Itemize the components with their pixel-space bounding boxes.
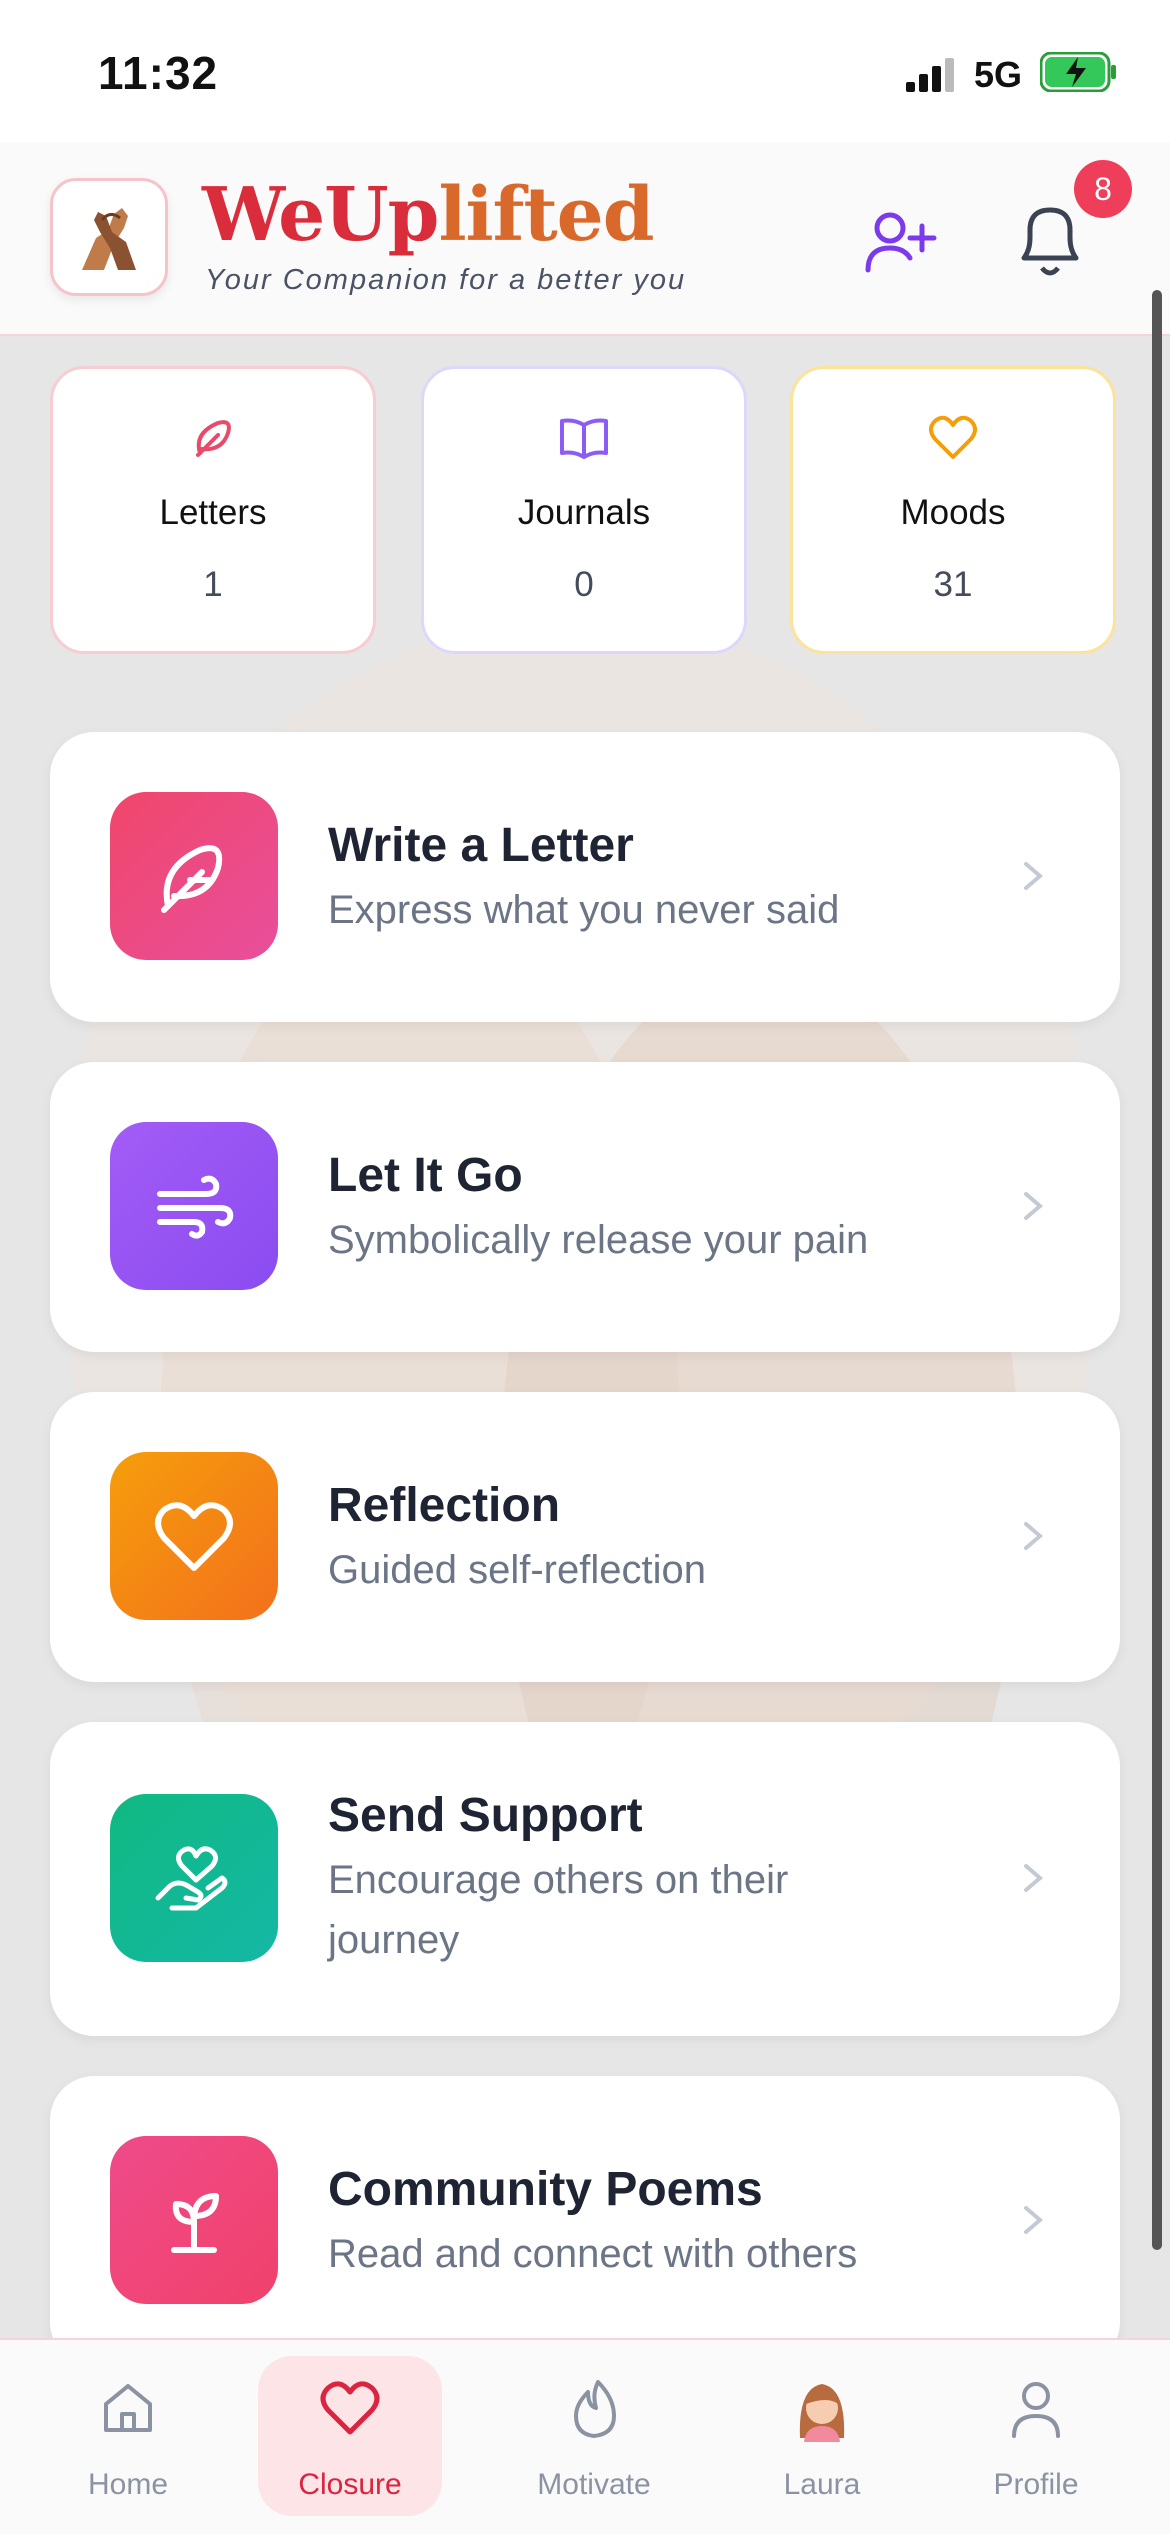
feature-tile bbox=[110, 2136, 278, 2304]
book-open-icon bbox=[560, 418, 608, 459]
tab-laura[interactable]: Laura bbox=[730, 2356, 914, 2516]
feature-subtitle: Read and connect with others bbox=[328, 2232, 858, 2276]
stat-label: Moods bbox=[900, 493, 1006, 532]
status-bar: 11:32 5G bbox=[0, 0, 1170, 142]
app-header: WeUplifted Your Companion for a better y… bbox=[0, 142, 1170, 336]
battery-charging-icon bbox=[1040, 52, 1116, 92]
user-icon bbox=[1012, 2382, 1060, 2438]
tab-label: Laura bbox=[783, 2468, 861, 2501]
feature-card-reflection[interactable]: Reflection Guided self-reflection bbox=[50, 1392, 1120, 1682]
signal-icon bbox=[906, 58, 954, 92]
network-label: 5G bbox=[974, 54, 1023, 95]
feature-subtitle: Express what you never said bbox=[328, 888, 840, 932]
notification-bell-icon[interactable] bbox=[1010, 198, 1090, 284]
notification-badge[interactable]: 8 bbox=[1074, 160, 1132, 218]
stat-card-letters[interactable]: Letters 1 bbox=[50, 366, 376, 654]
feature-card-write-letter[interactable]: Write a Letter Express what you never sa… bbox=[50, 732, 1120, 1022]
feature-tile bbox=[110, 1452, 278, 1620]
home-icon bbox=[104, 2384, 152, 2432]
chevron-right-icon bbox=[1024, 862, 1044, 890]
sprout-icon bbox=[171, 2193, 219, 2253]
heart-icon bbox=[155, 1502, 233, 1571]
feature-title: Send Support bbox=[328, 1789, 643, 1842]
tab-home[interactable]: Home bbox=[36, 2356, 220, 2516]
heart-icon bbox=[320, 2381, 380, 2435]
add-friend-icon[interactable] bbox=[860, 202, 940, 282]
app-logo[interactable] bbox=[50, 178, 168, 296]
feature-card-let-it-go[interactable]: Let It Go Symbolically release your pain bbox=[50, 1062, 1120, 1352]
chevron-right-icon bbox=[1024, 1192, 1044, 1220]
tab-label: Motivate bbox=[537, 2468, 651, 2501]
status-time: 11:32 bbox=[98, 47, 219, 99]
bottom-tab-bar: Home Closure Motivate Laura Profile bbox=[0, 2338, 1170, 2534]
feature-title: Let It Go bbox=[328, 1149, 523, 1202]
hand-heart-icon bbox=[155, 1846, 228, 1911]
tab-label: Home bbox=[87, 2468, 169, 2501]
feature-title: Write a Letter bbox=[328, 819, 634, 872]
feature-card-send-support[interactable]: Send Support Encourage others on their j… bbox=[50, 1722, 1120, 2036]
app-tagline: Your Companion for a better you bbox=[205, 264, 687, 296]
feature-subtitle: Guided self-reflection bbox=[328, 1548, 706, 1592]
avatar-icon bbox=[799, 2384, 845, 2442]
feature-card-community-poems[interactable]: Community Poems Read and connect with ot… bbox=[50, 2076, 1120, 2366]
feather-icon bbox=[196, 420, 231, 457]
feature-subtitle: Encourage others on their journey bbox=[328, 1858, 789, 1962]
chevron-right-icon bbox=[1024, 2206, 1044, 2234]
stat-value: 0 bbox=[574, 565, 594, 604]
flame-icon bbox=[574, 2380, 616, 2438]
wind-icon bbox=[157, 1175, 234, 1239]
stat-card-moods[interactable]: Moods 31 bbox=[790, 366, 1116, 654]
heart-icon bbox=[929, 415, 977, 459]
feather-icon bbox=[161, 845, 223, 913]
stat-value: 31 bbox=[933, 565, 973, 604]
feature-tile bbox=[110, 1122, 278, 1290]
feature-tile bbox=[110, 792, 278, 960]
tab-label: Closure bbox=[298, 2468, 402, 2501]
feature-tile bbox=[110, 1794, 278, 1962]
chevron-right-icon bbox=[1024, 1522, 1044, 1550]
scrollbar[interactable] bbox=[1152, 290, 1162, 2250]
app-title: WeUplifted bbox=[202, 172, 655, 258]
tab-profile[interactable]: Profile bbox=[944, 2356, 1128, 2516]
feature-title: Reflection bbox=[328, 1479, 561, 1532]
stat-label: Journals bbox=[517, 493, 651, 532]
stat-value: 1 bbox=[203, 565, 223, 604]
tab-label: Profile bbox=[993, 2468, 1079, 2501]
chevron-right-icon bbox=[1024, 1864, 1044, 1892]
feature-subtitle: Symbolically release your pain bbox=[328, 1218, 869, 1262]
stat-card-journals[interactable]: Journals 0 bbox=[421, 366, 747, 654]
tab-motivate[interactable]: Motivate bbox=[502, 2356, 686, 2516]
clasped-hands-icon bbox=[82, 208, 136, 270]
stat-label: Letters bbox=[159, 493, 267, 532]
feature-title: Community Poems bbox=[328, 2163, 763, 2216]
tab-closure[interactable]: Closure bbox=[258, 2356, 442, 2516]
